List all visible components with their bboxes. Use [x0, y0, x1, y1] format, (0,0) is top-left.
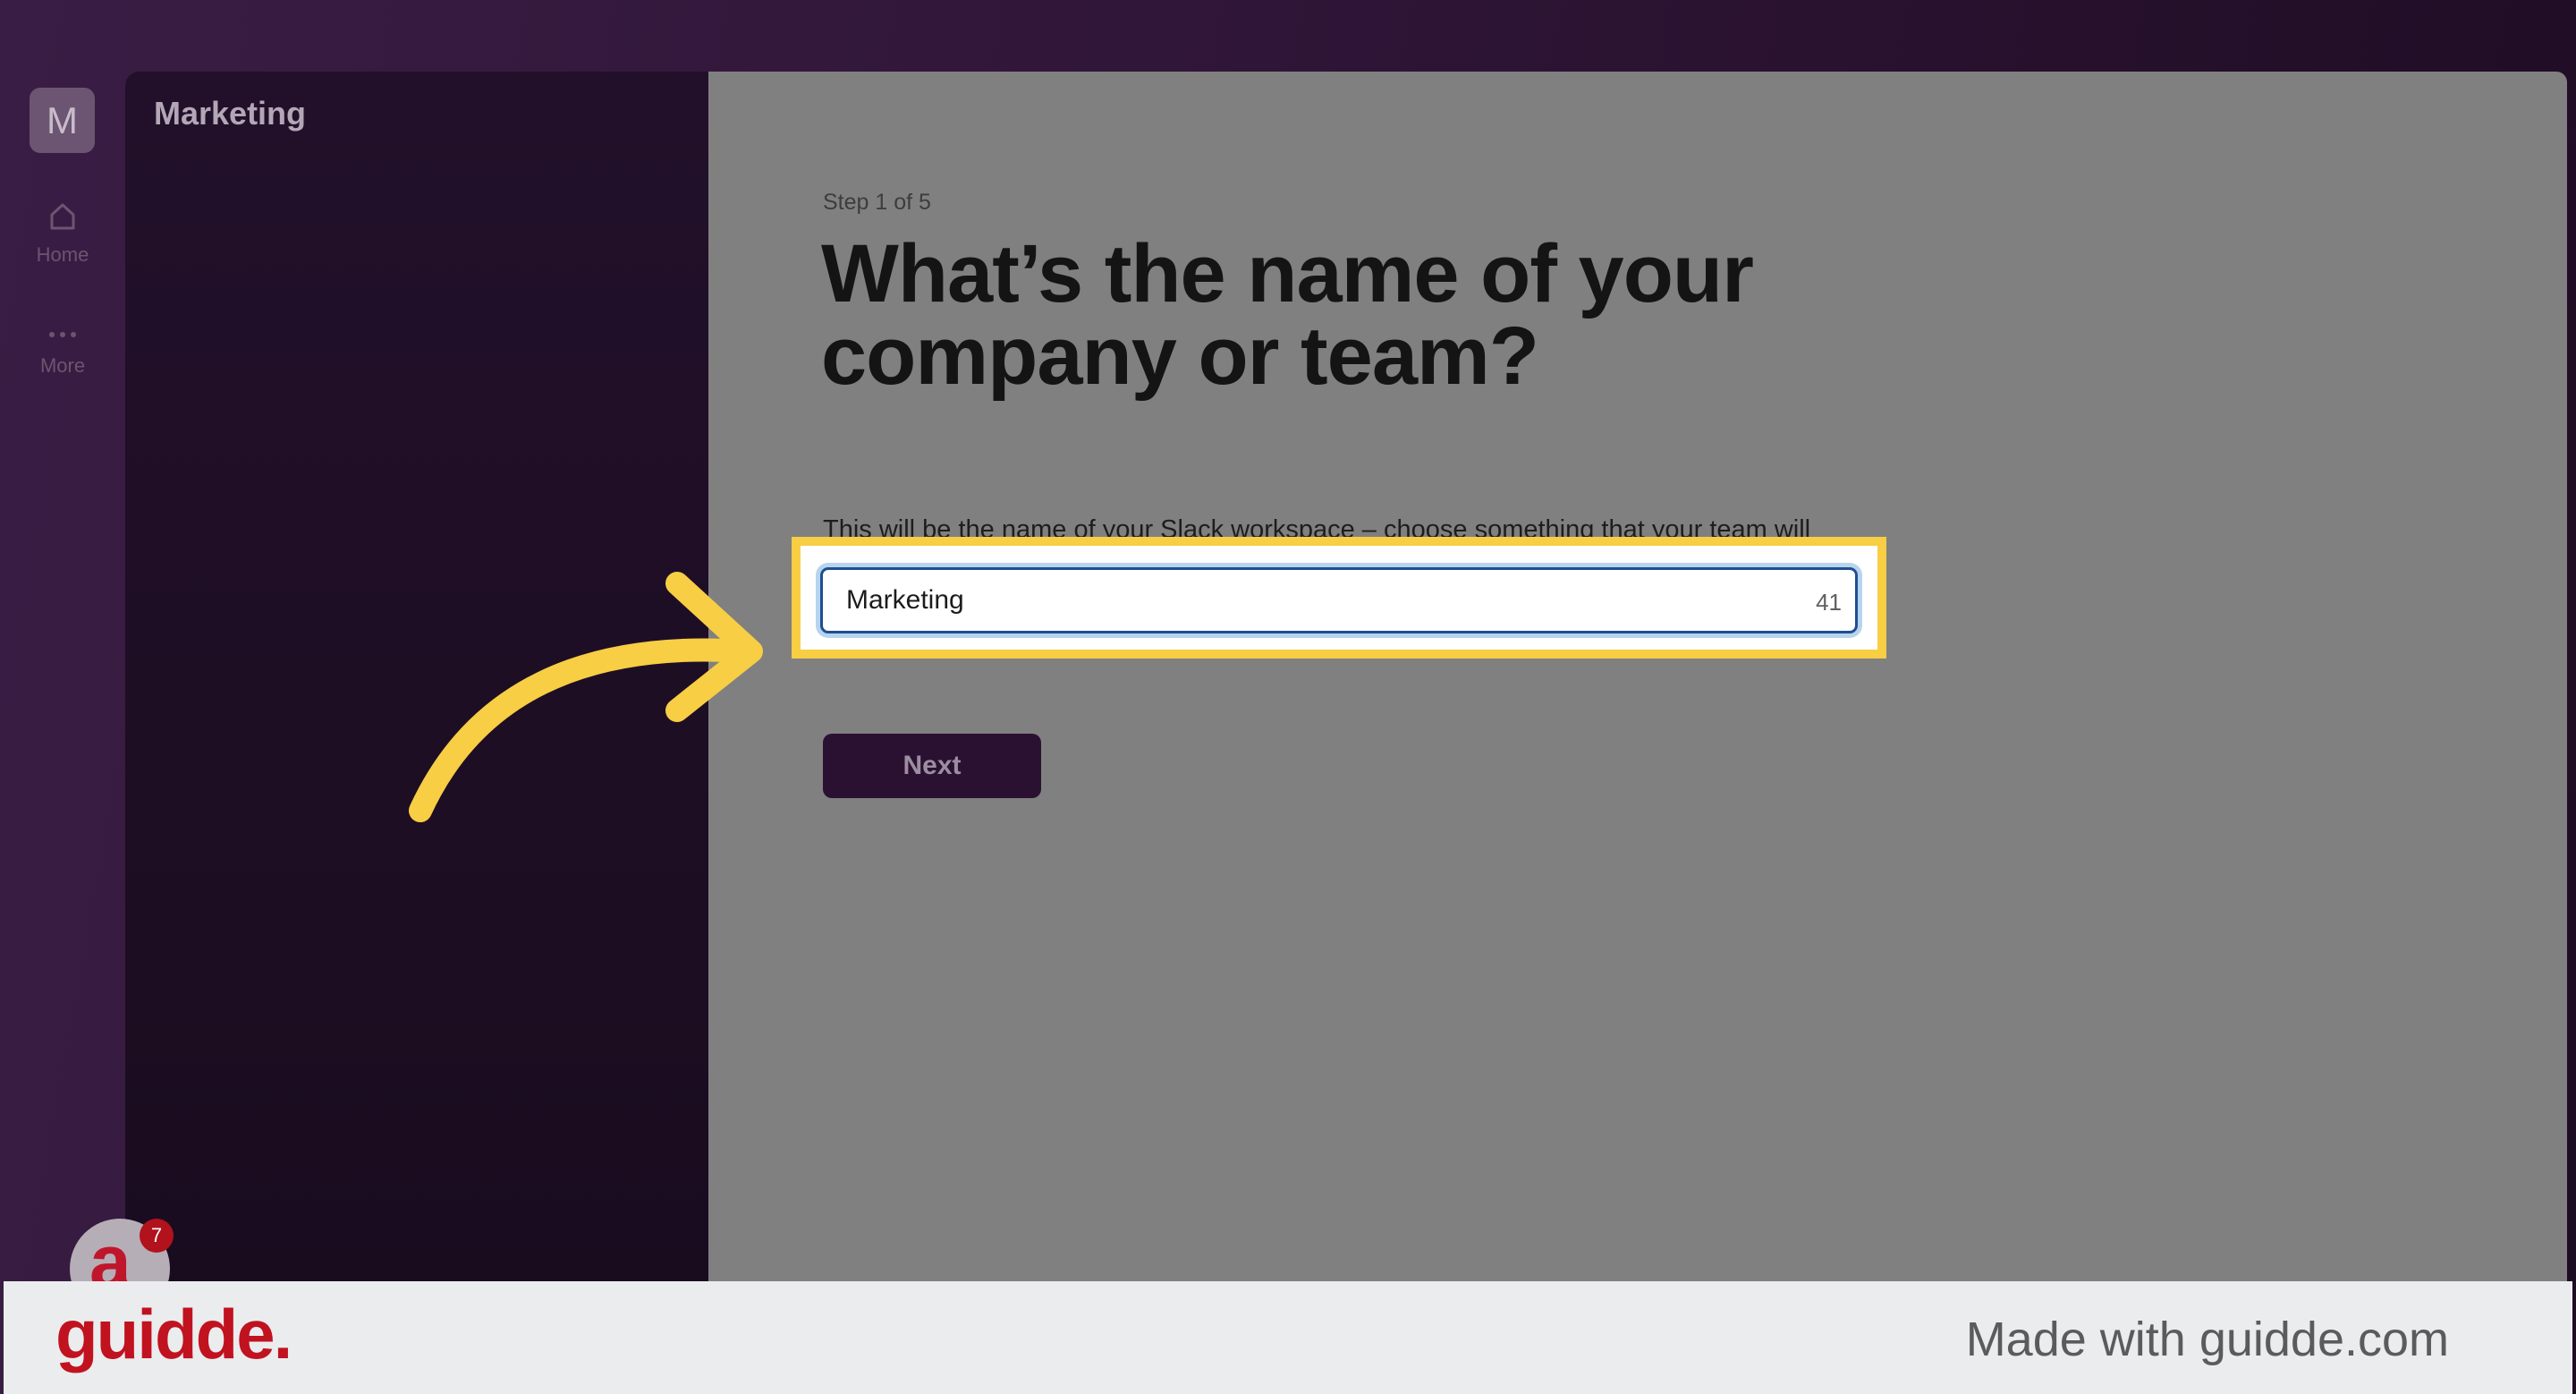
rail-more-label: More: [39, 354, 86, 377]
notification-badge: 7: [140, 1219, 174, 1253]
rail-item-home[interactable]: Home: [0, 199, 125, 267]
guidde-footer: guidde. Made with guidde.com: [4, 1281, 2572, 1394]
step-indicator: Step 1 of 5: [823, 190, 931, 215]
setup-panel: Step 1 of 5 What’s the name of your comp…: [708, 72, 2567, 1281]
home-icon: [50, 203, 75, 230]
page-title: What’s the name of your company or team?: [821, 228, 1754, 402]
more-icon: [49, 332, 76, 337]
rail-home-label: Home: [36, 243, 89, 266]
workspace-avatar[interactable]: M: [30, 88, 95, 153]
workspace-rail: M Home More: [0, 72, 125, 1279]
character-count: 41: [1816, 589, 1842, 616]
sidebar-workspace-name: Marketing: [154, 95, 307, 132]
input-highlight-frame: 41: [792, 537, 1886, 659]
rail-item-more[interactable]: More: [0, 324, 125, 378]
made-with-text: Made with guidde.com: [1965, 1313, 2449, 1366]
next-button[interactable]: Next: [823, 734, 1041, 798]
guidde-logo: guidde.: [55, 1295, 292, 1373]
company-name-input[interactable]: [820, 567, 1858, 633]
annotation-arrow-icon: [409, 572, 763, 822]
